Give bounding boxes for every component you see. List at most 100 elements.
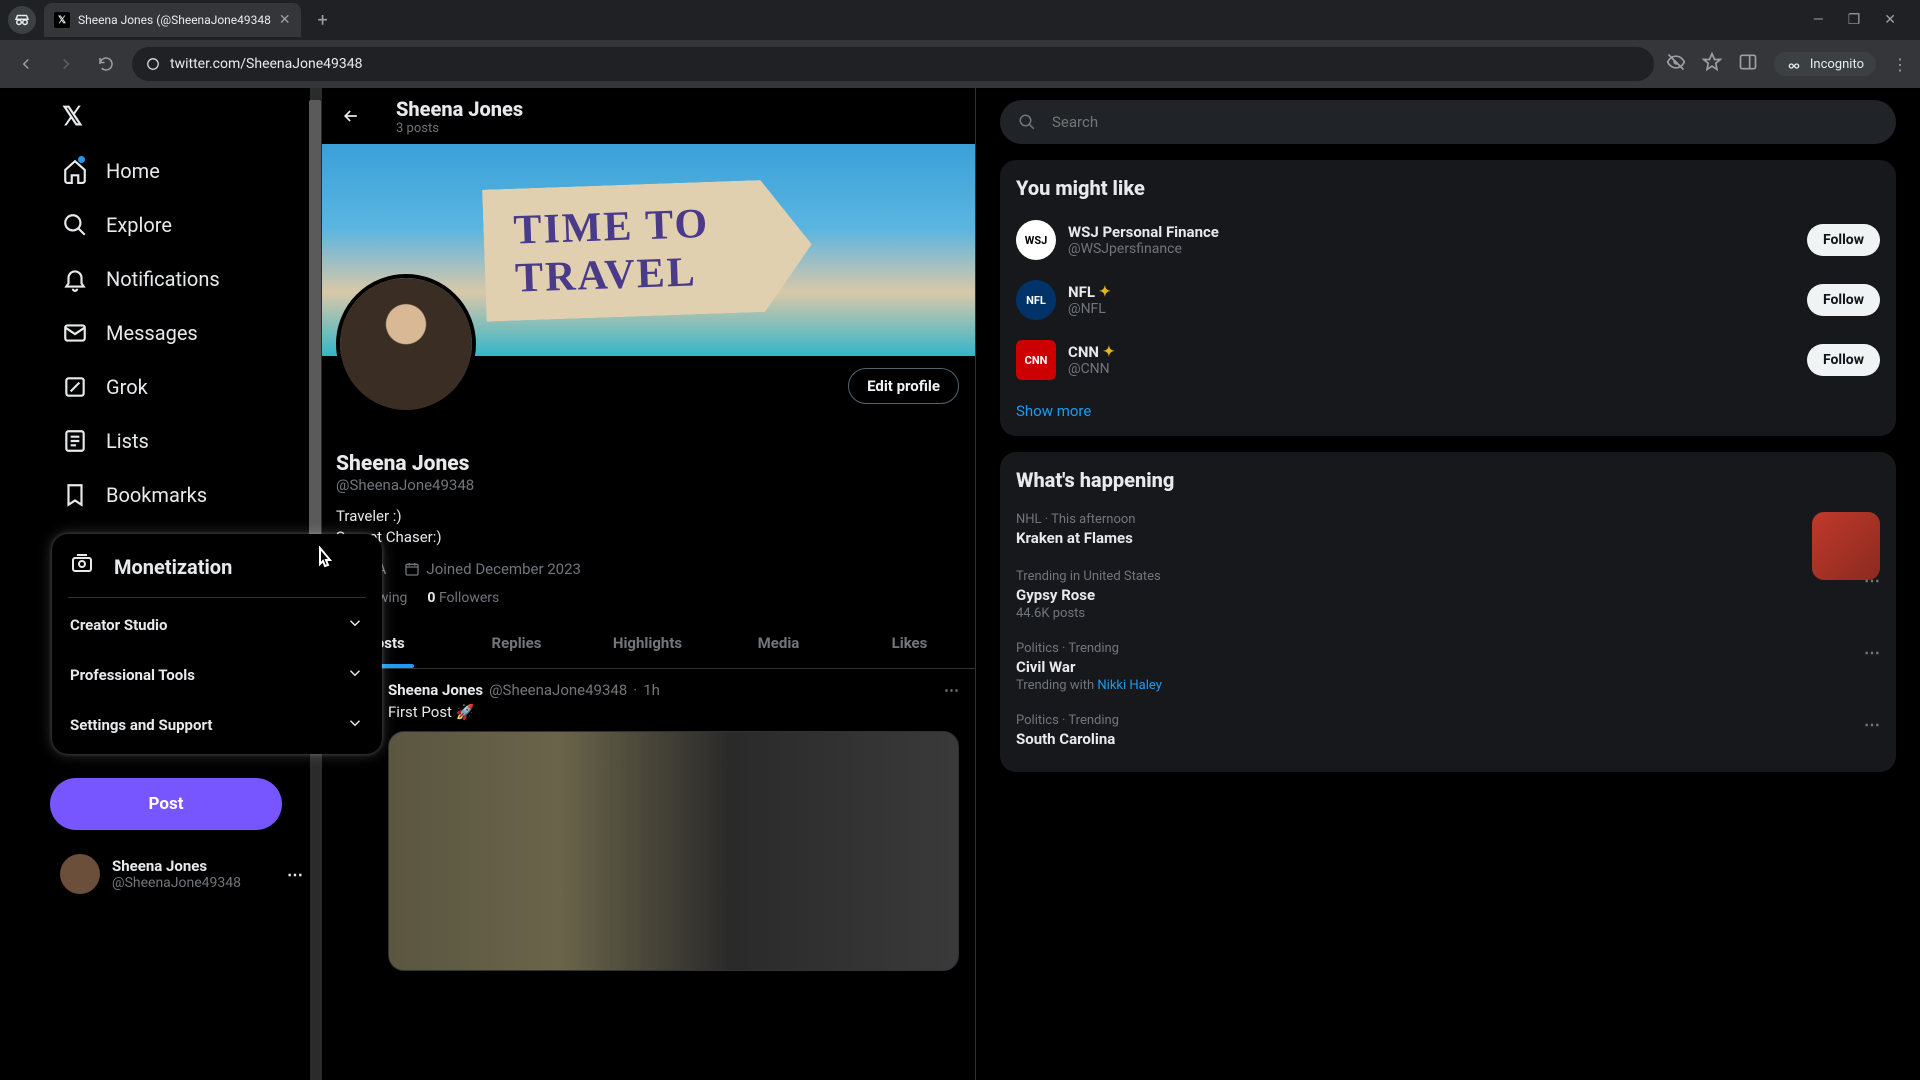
reload-button[interactable] [92,50,120,78]
profile-tabs: Posts Replies Highlights Media Likes [320,618,975,669]
tab-highlights[interactable]: Highlights [582,618,713,668]
menu-professional-tools[interactable]: Professional Tools [52,650,382,700]
more-icon[interactable]: ⋯ [287,865,309,884]
who-row-nfl[interactable]: NFL NFL✦ @NFL Follow [1000,270,1896,330]
browser-chrome: 𝕏 Sheena Jones (@SheenaJone49348 ✕ + — ❐… [0,0,1920,88]
post-button[interactable]: Post [50,778,282,830]
post-author-handle[interactable]: @SheenaJone49348 [489,681,627,699]
maximize-button[interactable]: ❐ [1848,12,1861,28]
show-more-link[interactable]: Show more [1000,390,1896,424]
menu-monetization[interactable]: Monetization [52,538,382,595]
avatar: WSJ [1016,220,1056,260]
search-icon [62,212,88,238]
url-bar: twitter.com/SheenaJone49348 Incognito ⋮ [0,40,1920,88]
monetization-icon [70,552,94,581]
search-box[interactable] [1000,100,1896,144]
close-window-button[interactable]: ✕ [1884,12,1896,28]
grok-icon [62,374,88,400]
post-more-icon[interactable]: ⋯ [944,681,959,699]
account-switcher[interactable]: Sheena Jones @SheenaJone49348 ⋯ [50,844,319,904]
list-icon [62,428,88,454]
trend-row[interactable]: Politics · Trending South Carolina ⋯ [1000,703,1896,760]
chevron-down-icon [346,664,364,686]
close-icon[interactable]: ✕ [279,12,291,28]
nav-explore[interactable]: Explore [50,202,319,248]
trend-row[interactable]: NHL · This afternoon Kraken at Flames [1000,502,1896,559]
bell-icon [62,266,88,292]
post-author-name[interactable]: Sheena Jones [388,681,483,699]
nav-lists[interactable]: Lists [50,418,319,464]
profile-avatar[interactable] [336,274,476,414]
window-controls: — ❐ ✕ [1813,12,1912,28]
nav-grok[interactable]: Grok [50,364,319,410]
trend-row[interactable]: Politics · Trending Civil War Trending w… [1000,631,1896,703]
verified-icon: ✦ [1103,344,1115,360]
back-button[interactable] [12,50,40,78]
follow-button[interactable]: Follow [1807,224,1880,256]
right-sidebar: You might like WSJ WSJ Personal Finance … [976,88,1920,1080]
tab-bar: 𝕏 Sheena Jones (@SheenaJone49348 ✕ + — ❐… [0,0,1920,40]
incognito-icon [8,6,36,34]
follow-button[interactable]: Follow [1807,284,1880,316]
more-icon[interactable]: ⋯ [1864,715,1880,734]
tab-title: Sheena Jones (@SheenaJone49348 [78,13,271,27]
incognito-badge[interactable]: Incognito [1774,52,1876,76]
calendar-icon [404,561,420,577]
who-to-follow-panel: You might like WSJ WSJ Personal Finance … [1000,160,1896,436]
trend-row[interactable]: Trending in United States Gypsy Rose 44.… [1000,559,1896,631]
tab-media[interactable]: Media [713,618,844,668]
incognito-icon [1786,56,1802,72]
browser-tab[interactable]: 𝕏 Sheena Jones (@SheenaJone49348 ✕ [44,3,301,37]
browser-menu-icon[interactable]: ⋮ [1892,55,1908,74]
forward-button[interactable] [52,50,80,78]
nav-messages[interactable]: Messages [50,310,319,356]
profile-bio: Traveler :) Sunset Chaser:) [336,506,959,548]
whats-happening-panel: What's happening NHL · This afternoon Kr… [1000,452,1896,772]
more-menu-popover: Monetization Creator Studio Professional… [52,534,382,754]
post-time[interactable]: 1h [643,681,660,699]
joined-date: Joined December 2023 [404,560,581,578]
trend-link[interactable]: Nikki Haley [1097,678,1161,693]
who-row-wsj[interactable]: WSJ WSJ Personal Finance @WSJpersfinance… [1000,210,1896,270]
display-name: Sheena Jones [336,452,959,476]
whats-happening-title: What's happening [1000,464,1896,502]
tab-favicon: 𝕏 [54,12,70,28]
main-column: Sheena Jones 3 posts TIME TO TRAVEL Edit… [320,88,976,1080]
who-row-cnn[interactable]: CNN CNN✦ @CNN Follow [1000,330,1896,390]
tab-replies[interactable]: Replies [451,618,582,668]
chevron-down-icon [346,714,364,736]
side-panel-icon[interactable] [1738,52,1758,76]
incognito-eye-icon[interactable] [1666,52,1686,76]
menu-creator-studio[interactable]: Creator Studio [52,600,382,650]
post-text: First Post 🚀 [388,703,959,721]
mail-icon [62,320,88,346]
nav-home[interactable]: Home [50,148,319,194]
bookmark-icon [62,482,88,508]
primary-nav: 𝕏 Home Explore Notifications Messages Gr… [50,88,319,518]
followers-stat[interactable]: 0 Followers [427,590,499,606]
bookmark-star-icon[interactable] [1702,52,1722,76]
profile-handle: @SheenaJone49348 [336,476,959,494]
menu-settings-support[interactable]: Settings and Support [52,700,382,750]
url-input[interactable]: twitter.com/SheenaJone49348 [132,47,1654,81]
chevron-down-icon [346,614,364,636]
new-tab-button[interactable]: + [309,6,337,34]
more-icon[interactable]: ⋯ [1864,571,1880,590]
back-arrow-button[interactable] [334,99,368,133]
edit-profile-button[interactable]: Edit profile [848,368,959,404]
post-media[interactable] [388,731,959,971]
x-logo[interactable]: 𝕏 [50,94,319,140]
site-info-icon [146,57,160,71]
minimize-button[interactable]: — [1813,12,1824,28]
more-icon[interactable]: ⋯ [1864,643,1880,662]
tab-likes[interactable]: Likes [844,618,975,668]
app-root: 𝕏 Home Explore Notifications Messages Gr… [0,88,1920,1080]
banner-text: TIME TO TRAVEL [512,198,763,303]
nav-notifications[interactable]: Notifications [50,256,319,302]
post-item[interactable]: Sheena Jones @SheenaJone49348 · 1h ⋯ Fir… [320,669,975,983]
follow-button[interactable]: Follow [1807,344,1880,376]
nav-bookmarks[interactable]: Bookmarks [50,472,319,518]
page-title: Sheena Jones [396,97,523,121]
verified-icon: ✦ [1099,284,1111,300]
search-input[interactable] [1052,113,1878,131]
